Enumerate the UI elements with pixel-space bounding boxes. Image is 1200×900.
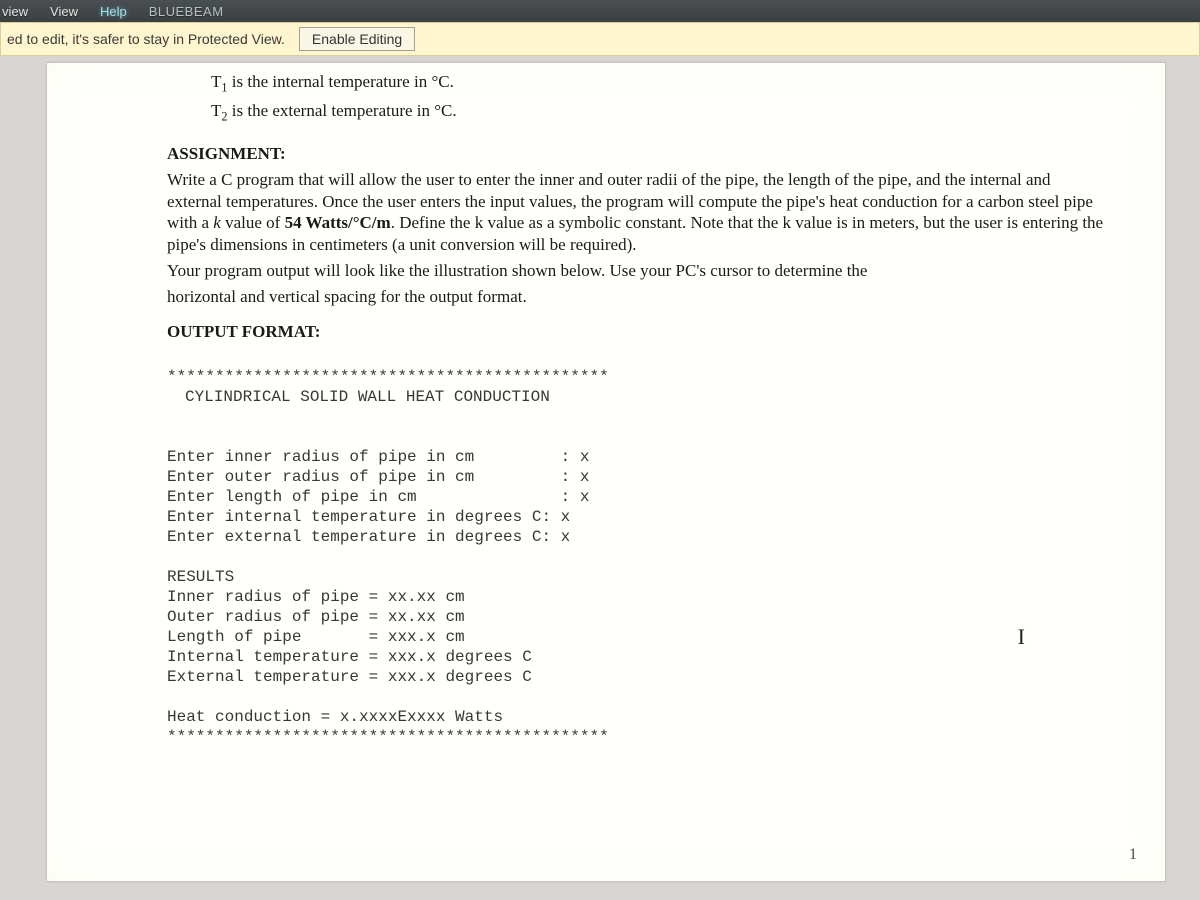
protected-view-message: ed to edit, it's safer to stay in Protec… <box>7 31 299 47</box>
sample-in5: Enter external temperature in degrees C:… <box>167 528 570 546</box>
sample-heat-conduction: Heat conduction = x.xxxxExxxx Watts <box>167 708 503 726</box>
output-sample: ****************************************… <box>167 347 1107 747</box>
stars-bottom: ****************************************… <box>167 728 609 746</box>
ribbon: view View Help BLUEBEAM <box>0 0 1200 22</box>
assignment-heading: ASSIGNMENT: <box>167 143 1107 165</box>
sample-r1: Inner radius of pipe = xx.xx cm <box>167 588 465 606</box>
sample-r5: External temperature = xxx.x degrees C <box>167 668 532 686</box>
tab-view[interactable]: View <box>50 4 78 19</box>
sample-r2: Outer radius of pipe = xx.xx cm <box>167 608 465 626</box>
sample-title: CYLINDRICAL SOLID WALL HEAT CONDUCTION <box>185 387 1107 407</box>
sample-in3: Enter length of pipe in cm : x <box>167 488 589 506</box>
sample-r3: Length of pipe = xxx.x cm <box>167 628 465 646</box>
sample-r4: Internal temperature = xxx.x degrees C <box>167 648 532 666</box>
text-cursor-icon: I <box>1018 623 1025 651</box>
tab-bluebeam[interactable]: BLUEBEAM <box>149 4 224 19</box>
sample-results-heading: RESULTS <box>167 568 234 586</box>
output-format-heading: OUTPUT FORMAT: <box>167 321 1107 343</box>
page-number: 1 <box>1129 845 1137 865</box>
page-area: T1 is the internal temperature in °C. T2… <box>0 56 1200 882</box>
enable-editing-button[interactable]: Enable Editing <box>299 27 415 51</box>
t2-line: T2 is the external temperature in °C. <box>211 100 1107 125</box>
stars-top: ****************************************… <box>167 368 609 386</box>
tab-review[interactable]: view <box>2 4 28 19</box>
protected-view-bar: ed to edit, it's safer to stay in Protec… <box>0 22 1200 56</box>
sample-in2: Enter outer radius of pipe in cm : x <box>167 468 589 486</box>
sample-in4: Enter internal temperature in degrees C:… <box>167 508 570 526</box>
sample-in1: Enter inner radius of pipe in cm : x <box>167 448 589 466</box>
output-note-1: Your program output will look like the i… <box>167 260 1107 282</box>
tab-help[interactable]: Help <box>100 4 127 19</box>
output-note-2: horizontal and vertical spacing for the … <box>167 286 1107 308</box>
t1-line: T1 is the internal temperature in °C. <box>211 71 1107 96</box>
document-page: T1 is the internal temperature in °C. T2… <box>46 62 1166 882</box>
assignment-body: Write a C program that will allow the us… <box>167 169 1107 256</box>
